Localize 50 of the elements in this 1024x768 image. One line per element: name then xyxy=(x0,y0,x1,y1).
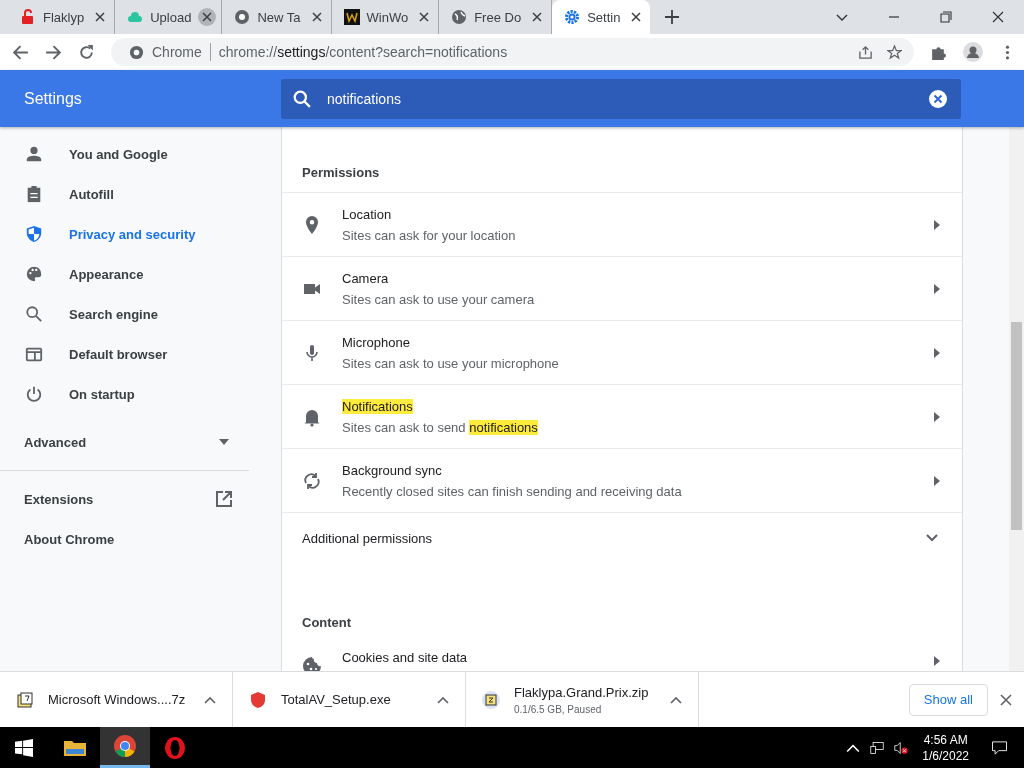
download-filename: Microsoft Windows....7z xyxy=(48,692,187,707)
address-bar[interactable]: Chrome chrome://settings/content?search=notifications xyxy=(111,38,914,66)
search-input[interactable]: notifications xyxy=(325,89,915,108)
show-all-button[interactable]: Show all xyxy=(908,683,988,716)
tab-title: Flaklyp xyxy=(43,9,85,25)
permission-row[interactable]: Microphone Sites can ask to use your microphone xyxy=(282,320,962,384)
clock-date: 1/6/2022 xyxy=(922,748,969,763)
permission-row[interactable]: Background sync Recently closed sites can finish sending and receiving data xyxy=(282,448,962,512)
permission-description: Sites can ask to use your microphone xyxy=(342,355,560,371)
download-filename: Flaklypa.Grand.Prix.zip xyxy=(514,684,650,700)
permission-row[interactable]: Notifications Sites can ask to send notifications xyxy=(282,384,962,448)
content-setting-row[interactable]: Cookies and site data xyxy=(282,642,962,671)
content-setting-title: Cookies and site data xyxy=(342,650,469,665)
sidebar-item[interactable]: Autofill xyxy=(0,174,249,214)
additional-permissions-toggle[interactable]: Additional permissions xyxy=(282,512,962,563)
sidebar-item[interactable]: You and Google xyxy=(0,134,249,174)
permission-description: Recently closed sites can finish sending and receiving data xyxy=(342,483,683,499)
permission-title: Notifications xyxy=(342,398,413,414)
sidebar-item[interactable]: Appearance xyxy=(0,254,249,294)
page-title: Settings xyxy=(23,89,83,108)
sidebar-item[interactable]: Default browser xyxy=(0,334,249,374)
search-field[interactable]: notifications xyxy=(281,78,961,119)
url-text: chrome://settings/content?search=notifications xyxy=(218,44,508,60)
section-heading: Content xyxy=(301,614,353,632)
permission-title: Location xyxy=(342,206,392,222)
permission-description: Sites can ask to send notifications xyxy=(342,419,539,435)
permission-description: Sites can ask to use your camera xyxy=(342,291,536,307)
tab-title: New Ta xyxy=(257,9,301,25)
sidebar-item[interactable]: Search engine xyxy=(0,294,249,334)
advanced-section-toggle[interactable]: Advanced xyxy=(0,414,249,470)
clock-time: 4:56 AM xyxy=(923,732,968,747)
permission-title: Microphone xyxy=(342,334,410,350)
permission-row[interactable]: Location Sites can ask for your location xyxy=(282,192,962,256)
tab-title: WinWo xyxy=(366,9,409,25)
site-label: Chrome xyxy=(152,44,202,60)
tab-title: Free Do xyxy=(474,9,522,25)
sidebar-item[interactable]: Privacy and security xyxy=(0,214,249,254)
permission-description: Sites can ask for your location xyxy=(342,227,517,243)
sidebar-item[interactable]: On startup xyxy=(0,374,249,414)
download-status: 0.1/6.5 GB, Paused xyxy=(514,703,603,715)
sidebar-link[interactable]: Extensions xyxy=(0,479,249,519)
browser-tab[interactable]: Settin xyxy=(552,0,651,34)
permission-title: Background sync xyxy=(342,462,442,478)
permission-title: Camera xyxy=(342,270,389,286)
sidebar-link[interactable]: About Chrome xyxy=(0,519,249,559)
tab-title: Upload xyxy=(150,9,192,25)
tab-title: Settin xyxy=(587,9,621,25)
download-filename: TotalAV_Setup.exe xyxy=(281,692,392,707)
section-heading: Permissions xyxy=(301,164,381,182)
permission-row[interactable]: Camera Sites can ask to use your camera xyxy=(282,256,962,320)
